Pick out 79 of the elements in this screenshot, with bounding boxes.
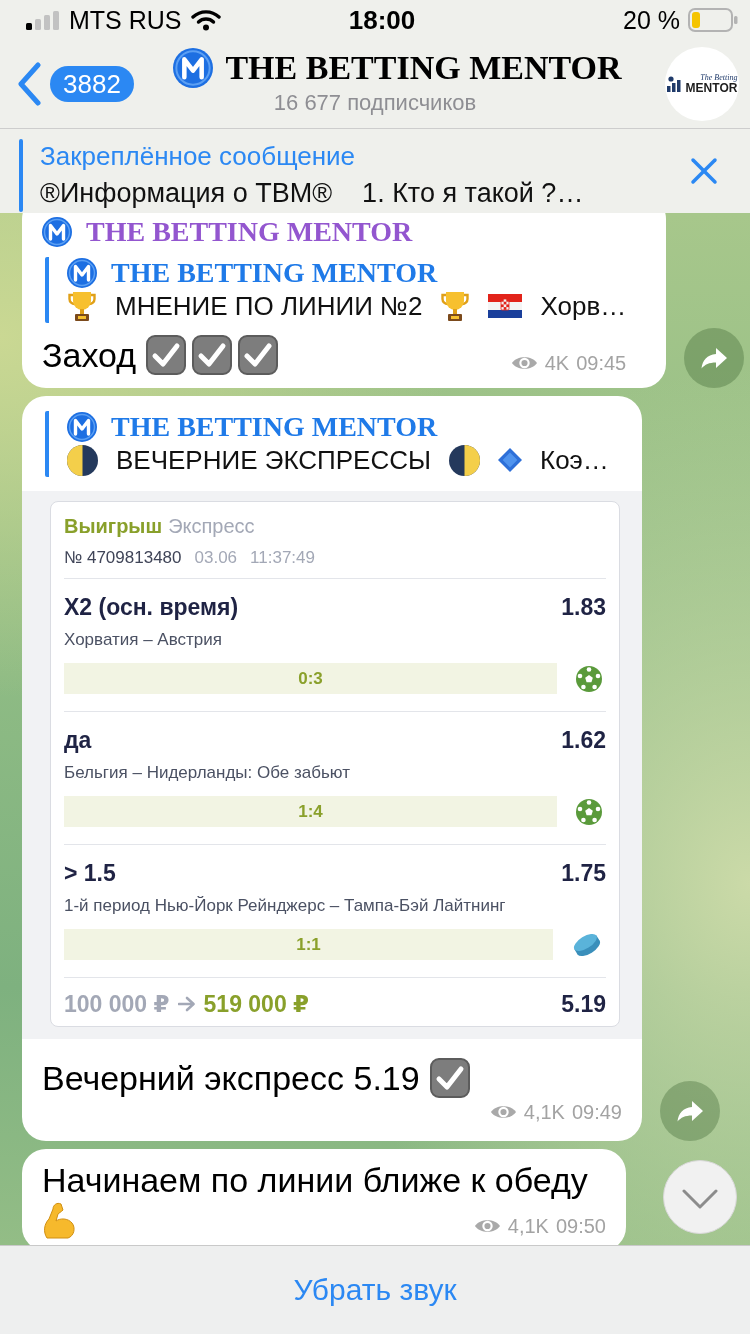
flexed-arm-icon xyxy=(42,1201,76,1239)
payout-amount: 519 000 ₽ xyxy=(203,990,310,1018)
close-icon[interactable] xyxy=(690,157,718,185)
bet-pick: X2 (осн. время) xyxy=(64,593,239,621)
match-name: Хорватия – Австрия xyxy=(64,629,223,651)
bet-odds: 1.83 xyxy=(561,593,606,621)
view-count: 4K xyxy=(544,351,570,376)
channel-title: THE BETTING MENTOR xyxy=(225,49,622,87)
clock-time: 18:00 xyxy=(348,4,416,36)
soccer-ball-icon xyxy=(576,665,602,692)
reply-preview[interactable]: THE BETTING MENTOR ВЕЧЕРНИЕ ЭКСПРЕССЫ Коэ… xyxy=(45,411,622,477)
reply-text: ВЕЧЕРНИЕ ЭКСПРЕССЫ xyxy=(116,444,431,476)
share-button[interactable] xyxy=(660,1081,720,1141)
diamond-icon xyxy=(498,448,522,472)
bet-odds: 1.75 xyxy=(561,859,606,887)
message-text: Начинаем по линии ближе к обеду xyxy=(42,1160,588,1201)
carrier-name: MTS RUS xyxy=(69,5,182,35)
back-icon[interactable] xyxy=(16,62,42,106)
match-name: Бельгия – Нидерланды: Обе забьют xyxy=(64,762,351,784)
reply-preview[interactable]: THE BETTING MENTOR МНЕНИЕ ПО ЛИНИИ №2 Хорв… xyxy=(45,257,627,323)
checkmark-icon xyxy=(238,335,279,375)
share-arrow-icon xyxy=(676,1099,704,1123)
score-bar: 1:1 xyxy=(64,929,553,960)
chevron-down-icon xyxy=(682,1189,718,1209)
message-time: 09:50 xyxy=(555,1214,606,1239)
share-arrow-icon xyxy=(700,346,729,370)
message-time: 09:49 xyxy=(571,1100,622,1125)
reply-author: THE BETTING MENTOR xyxy=(111,411,438,443)
half-moon-icon xyxy=(67,444,98,476)
reply-text: МНЕНИЕ ПО ЛИНИИ №2 xyxy=(115,290,423,322)
unread-count-badge: 3882 xyxy=(50,66,134,102)
match-name: 1-й период Нью-Йорк Рейнджерс – Тампа-Бэй Лайтнинг xyxy=(64,895,507,917)
channel-avatar[interactable]: The Betting MENTOR xyxy=(665,47,739,121)
pinned-label: Закреплённое сообщение xyxy=(40,140,357,173)
trophy-icon xyxy=(67,290,97,322)
right-arrow-icon xyxy=(177,996,196,1012)
message-text: Заход xyxy=(42,335,137,376)
bet-pick: > 1.5 xyxy=(64,859,116,887)
subscriber-count: 16 677 подписчиков xyxy=(273,90,477,116)
circled-m-icon xyxy=(67,412,97,442)
battery-percent: 20 % xyxy=(623,5,680,35)
bet-pick: да xyxy=(64,726,92,754)
views-eye-icon xyxy=(489,1103,517,1121)
logo-text: MENTOR xyxy=(685,82,738,95)
trophy-icon xyxy=(440,290,471,322)
checkmark-icon xyxy=(192,335,233,375)
author-name: THE BETTING MENTOR xyxy=(86,217,413,247)
bet-number: № 4709813480 xyxy=(64,548,182,568)
soccer-ball-icon xyxy=(576,798,602,825)
reply-text: Коэ… xyxy=(540,444,609,476)
checkmark-icon xyxy=(146,335,187,375)
checkmark-icon xyxy=(429,1058,470,1098)
reply-author: THE BETTING MENTOR xyxy=(111,257,438,289)
total-odds: 5.19 xyxy=(561,990,606,1018)
half-moon-icon xyxy=(449,444,480,476)
flag-icon xyxy=(488,294,523,318)
view-count: 4,1K xyxy=(507,1214,549,1239)
logo-text: The Betting xyxy=(700,73,738,82)
pinned-text: ®Информация о ТВМ® 1. Кто я такой ?… xyxy=(40,177,584,210)
circled-m-icon xyxy=(67,258,97,288)
signal-icon xyxy=(26,10,60,30)
bet-status: Выигрыш xyxy=(64,514,163,538)
bet-date: 03.06 xyxy=(194,548,238,568)
score-bar: 0:3 xyxy=(64,663,557,694)
bet-time: 11:37:49 xyxy=(250,548,315,568)
stake-amount: 100 000 ₽ xyxy=(64,990,170,1018)
score-bar: 1:4 xyxy=(64,796,557,827)
bet-type: Экспресс xyxy=(168,514,255,538)
battery-icon xyxy=(688,8,738,32)
wifi-icon xyxy=(190,9,221,31)
circled-m-icon xyxy=(42,217,72,247)
message-text: Вечерний экспресс 5.19 xyxy=(42,1058,420,1099)
bet-odds: 1.62 xyxy=(561,726,606,754)
view-count: 4,1K xyxy=(523,1100,565,1125)
reply-text: Хорв… xyxy=(540,290,627,322)
circled-m-icon xyxy=(173,48,214,88)
message-time: 09:45 xyxy=(576,351,627,376)
views-eye-icon xyxy=(510,354,538,372)
views-eye-icon xyxy=(473,1217,501,1235)
